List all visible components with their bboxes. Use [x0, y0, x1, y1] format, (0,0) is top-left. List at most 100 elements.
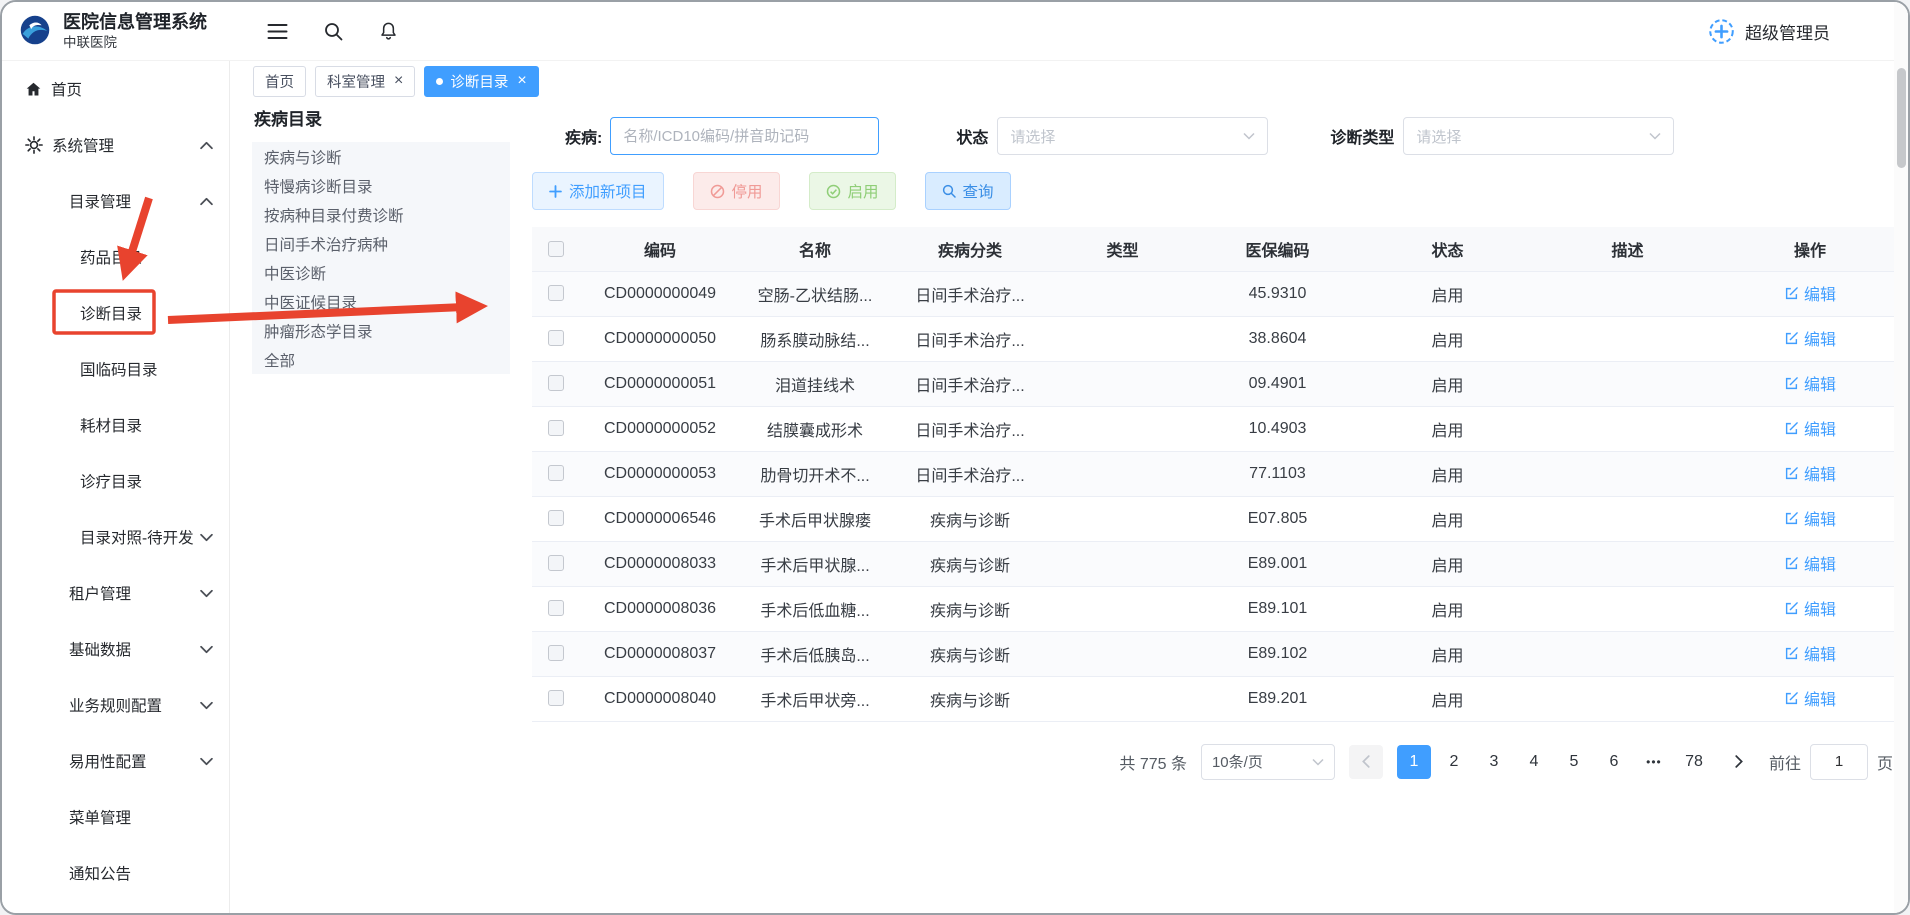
collapse-menu-icon[interactable]: [267, 23, 288, 40]
cell-insurance-code: E89.201: [1195, 676, 1360, 721]
query-button[interactable]: 查询: [925, 172, 1011, 210]
sidebar-item-drug-catalog[interactable]: 药品目录: [2, 229, 229, 285]
sidebar-item-consumable-catalog[interactable]: 耗材目录: [2, 397, 229, 453]
goto-page-input[interactable]: [1810, 744, 1868, 780]
edit-link[interactable]: 编辑: [1784, 371, 1836, 395]
catalog-item[interactable]: 特慢病诊断目录: [252, 171, 510, 200]
more-pages-button[interactable]: •••: [1637, 745, 1671, 779]
sidebar-item-tenant-management[interactable]: 租户管理: [2, 565, 229, 621]
catalog-item[interactable]: 肿瘤形态学目录: [252, 316, 510, 345]
disable-button[interactable]: 停用: [693, 172, 780, 210]
page-button[interactable]: 5: [1557, 745, 1591, 779]
row-checkbox[interactable]: [548, 510, 564, 526]
vertical-scrollbar[interactable]: [1897, 68, 1906, 168]
cell-status: 启用: [1360, 631, 1535, 676]
tab-bar: 首页科室管理× 诊断目录×: [231, 61, 1908, 101]
catalog-item[interactable]: 中医诊断: [252, 258, 510, 287]
enable-button[interactable]: 启用: [809, 172, 896, 210]
select-all-checkbox[interactable]: [548, 241, 564, 257]
page-size-select[interactable]: 10条/页: [1201, 744, 1335, 780]
close-icon[interactable]: ×: [517, 73, 526, 89]
prev-page-button[interactable]: [1349, 745, 1383, 779]
app-window: 医院信息管理系统 中联医院 超级管理员 首页系统管理目录管理药品目录诊断目录国临…: [0, 0, 1910, 915]
sidebar-item-label: 国临码目录: [80, 358, 158, 380]
add-item-button[interactable]: 添加新项目: [532, 172, 664, 210]
cell-insurance-code: E07.805: [1195, 496, 1360, 541]
app-subtitle: 中联医院: [63, 34, 207, 52]
sidebar-item-menu-management[interactable]: 菜单管理: [2, 789, 229, 845]
bell-icon[interactable]: [379, 21, 398, 41]
edit-link[interactable]: 编辑: [1784, 686, 1836, 710]
page-button[interactable]: 1: [1397, 745, 1431, 779]
sidebar: 首页系统管理目录管理药品目录诊断目录国临码目录耗材目录诊疗目录目录对照-待开发租…: [2, 61, 230, 913]
tab-diagnosis-catalog[interactable]: 诊断目录×: [424, 66, 538, 97]
cell-type: [1050, 316, 1195, 361]
row-checkbox[interactable]: [548, 375, 564, 391]
row-checkbox[interactable]: [548, 690, 564, 706]
cell-status: 启用: [1360, 586, 1535, 631]
row-checkbox[interactable]: [548, 465, 564, 481]
search-icon: [942, 184, 956, 198]
sidebar-item-treatment-catalog[interactable]: 诊疗目录: [2, 453, 229, 509]
page-button[interactable]: 4: [1517, 745, 1551, 779]
content: 疾病目录 疾病与诊断特慢病诊断目录按病种目录付费诊断日间手术治疗病种中医诊断中医…: [231, 101, 1908, 780]
page-button[interactable]: 6: [1597, 745, 1631, 779]
edit-link[interactable]: 编辑: [1784, 416, 1836, 440]
cell-name: 手术后低胰岛...: [740, 631, 890, 676]
search-icon[interactable]: [324, 22, 343, 41]
sidebar-item-national-clinical-code-catalog[interactable]: 国临码目录: [2, 341, 229, 397]
sidebar-item-usability-config[interactable]: 易用性配置: [2, 733, 229, 789]
close-icon[interactable]: ×: [394, 73, 403, 89]
page-button[interactable]: 78: [1677, 745, 1711, 779]
row-checkbox[interactable]: [548, 420, 564, 436]
sidebar-item-catalog-mapping-dev[interactable]: 目录对照-待开发: [2, 509, 229, 565]
cell-category: 疾病与诊断: [890, 676, 1050, 721]
cell-insurance-code: E89.102: [1195, 631, 1360, 676]
row-checkbox[interactable]: [548, 645, 564, 661]
row-checkbox[interactable]: [548, 330, 564, 346]
edit-link[interactable]: 编辑: [1784, 461, 1836, 485]
catalog-item[interactable]: 中医证候目录: [252, 287, 510, 316]
sidebar-item-home[interactable]: 首页: [2, 61, 229, 117]
sidebar-item-system-management[interactable]: 系统管理: [2, 117, 229, 173]
cell-name: 手术后甲状旁...: [740, 676, 890, 721]
chevron-down-icon: [200, 645, 213, 654]
cell-insurance-code: 45.9310: [1195, 271, 1360, 316]
edit-link[interactable]: 编辑: [1784, 641, 1836, 665]
catalog-list: 疾病与诊断特慢病诊断目录按病种目录付费诊断日间手术治疗病种中医诊断中医证候目录肿…: [252, 142, 510, 374]
row-checkbox[interactable]: [548, 600, 564, 616]
page-button[interactable]: 3: [1477, 745, 1511, 779]
cell-code: CD0000000049: [580, 271, 740, 316]
catalog-item[interactable]: 日间手术治疗病种: [252, 229, 510, 258]
edit-icon: [1784, 421, 1799, 436]
tab-home[interactable]: 首页: [253, 66, 306, 97]
sidebar-item-diagnosis-catalog[interactable]: 诊断目录: [2, 285, 229, 341]
sidebar-item-notice-announcement[interactable]: 通知公告: [2, 845, 229, 901]
cell-name: 手术后甲状腺...: [740, 541, 890, 586]
cell-status: 启用: [1360, 271, 1535, 316]
next-page-button[interactable]: [1725, 745, 1755, 779]
disease-search-input[interactable]: [610, 117, 879, 155]
status-select[interactable]: 请选择: [997, 117, 1268, 155]
table-body: CD0000000049空肠-乙状结肠...日间手术治疗...45.9310启用…: [532, 271, 1900, 721]
row-checkbox[interactable]: [548, 285, 564, 301]
edit-link[interactable]: 编辑: [1784, 506, 1836, 530]
edit-link[interactable]: 编辑: [1784, 596, 1836, 620]
catalog-item[interactable]: 全部: [252, 345, 510, 374]
edit-link[interactable]: 编辑: [1784, 551, 1836, 575]
cell-code: CD0000000053: [580, 451, 740, 496]
tab-department-management[interactable]: 科室管理×: [315, 66, 415, 97]
page-button[interactable]: 2: [1437, 745, 1471, 779]
edit-link[interactable]: 编辑: [1784, 281, 1836, 305]
diagnosis-type-select[interactable]: 请选择: [1403, 117, 1674, 155]
sidebar-item-basic-data[interactable]: 基础数据: [2, 621, 229, 677]
catalog-item[interactable]: 按病种目录付费诊断: [252, 200, 510, 229]
sidebar-item-business-rule-config[interactable]: 业务规则配置: [2, 677, 229, 733]
edit-link[interactable]: 编辑: [1784, 326, 1836, 350]
row-checkbox[interactable]: [548, 555, 564, 571]
disease-catalog-panel: 疾病目录 疾病与诊断特慢病诊断目录按病种目录付费诊断日间手术治疗病种中医诊断中医…: [252, 101, 510, 374]
catalog-item[interactable]: 疾病与诊断: [252, 142, 510, 171]
cell-category: 疾病与诊断: [890, 541, 1050, 586]
sidebar-item-catalog-management[interactable]: 目录管理: [2, 173, 229, 229]
user-badge[interactable]: 超级管理员: [1708, 18, 1830, 45]
